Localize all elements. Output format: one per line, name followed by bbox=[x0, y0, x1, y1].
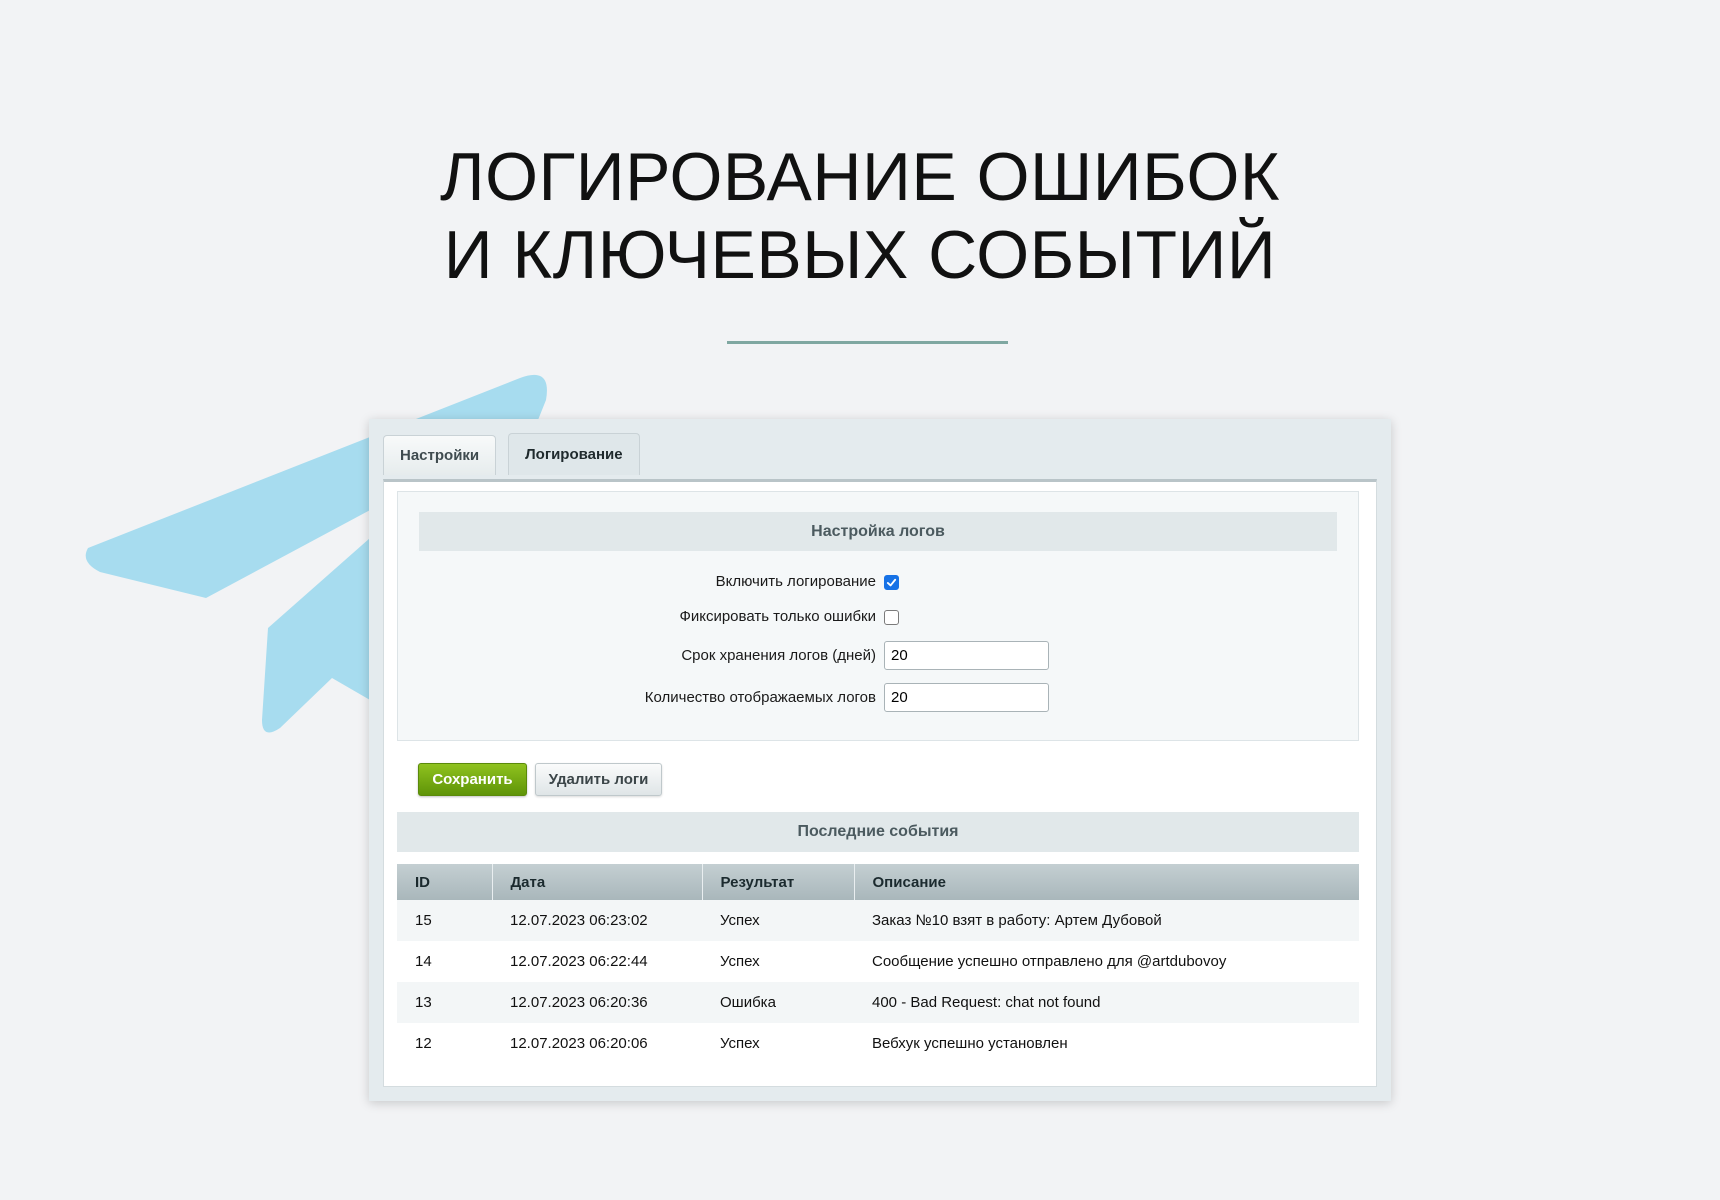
errors-only-checkbox[interactable] bbox=[884, 610, 899, 625]
headline-line-2: И КЛЮЧЕВЫХ СОБЫТИЙ bbox=[443, 217, 1277, 293]
cell-description: 400 - Bad Request: chat not found bbox=[854, 982, 1359, 1023]
log-settings-title: Настройка логов bbox=[419, 512, 1337, 551]
logging-settings-window: Настройки Логирование Настройка логов Вк… bbox=[369, 419, 1391, 1101]
column-header-result[interactable]: Результат bbox=[702, 864, 855, 900]
display-count-label: Количество отображаемых логов bbox=[644, 689, 876, 706]
cell-result: Успех bbox=[702, 941, 854, 982]
display-count-input[interactable]: 20 bbox=[884, 683, 1049, 712]
cell-date: 12.07.2023 06:20:36 bbox=[492, 982, 702, 1023]
delete-logs-button[interactable]: Удалить логи bbox=[535, 763, 662, 796]
checkmark-icon bbox=[886, 578, 897, 587]
recent-events-title: Последние события bbox=[397, 812, 1359, 852]
page-headline: ЛОГИРОВАНИЕ ОШИБОК И КЛЮЧЕВЫХ СОБЫТИЙ bbox=[0, 138, 1720, 294]
retention-days-row: Срок хранения логов (дней) 20 bbox=[398, 641, 1360, 671]
events-table-header: ID Дата Результат Описание bbox=[397, 864, 1359, 900]
cell-description: Заказ №10 взят в работу: Артем Дубовой bbox=[854, 900, 1359, 941]
tab-panel-logging: Настройка логов Включить логирование Фик… bbox=[383, 479, 1377, 1087]
cell-description: Сообщение успешно отправлено для @artdub… bbox=[854, 941, 1359, 982]
table-row: 13 12.07.2023 06:20:36 Ошибка 400 - Bad … bbox=[397, 982, 1359, 1023]
column-header-id[interactable]: ID bbox=[397, 864, 493, 900]
log-settings-box: Настройка логов Включить логирование Фик… bbox=[397, 491, 1359, 741]
cell-id: 13 bbox=[397, 982, 492, 1023]
cell-id: 14 bbox=[397, 941, 492, 982]
save-button[interactable]: Сохранить bbox=[418, 763, 527, 796]
retention-days-label: Срок хранения логов (дней) bbox=[681, 647, 876, 664]
table-row: 12 12.07.2023 06:20:06 Успех Вебхук успе… bbox=[397, 1023, 1359, 1064]
cell-id: 15 bbox=[397, 900, 492, 941]
retention-days-input[interactable]: 20 bbox=[884, 641, 1049, 670]
column-header-date[interactable]: Дата bbox=[492, 864, 703, 900]
cell-result: Ошибка bbox=[702, 982, 854, 1023]
cell-date: 12.07.2023 06:20:06 bbox=[492, 1023, 702, 1064]
enable-logging-label: Включить логирование bbox=[715, 573, 876, 590]
tab-bar: Настройки Логирование bbox=[383, 433, 652, 475]
enable-logging-row: Включить логирование bbox=[398, 567, 1360, 597]
cell-description: Вебхук успешно установлен bbox=[854, 1023, 1359, 1064]
errors-only-row: Фиксировать только ошибки bbox=[398, 602, 1360, 632]
table-row: 14 12.07.2023 06:22:44 Успех Сообщение у… bbox=[397, 941, 1359, 982]
table-row: 15 12.07.2023 06:23:02 Успех Заказ №10 в… bbox=[397, 900, 1359, 941]
column-header-description[interactable]: Описание bbox=[854, 864, 1359, 900]
cell-date: 12.07.2023 06:22:44 bbox=[492, 941, 702, 982]
cell-result: Успех bbox=[702, 1023, 854, 1064]
headline-line-1: ЛОГИРОВАНИЕ ОШИБОК bbox=[439, 139, 1281, 215]
tab-settings[interactable]: Настройки bbox=[383, 435, 497, 475]
cell-date: 12.07.2023 06:23:02 bbox=[492, 900, 702, 941]
errors-only-label: Фиксировать только ошибки bbox=[679, 608, 876, 625]
cell-id: 12 bbox=[397, 1023, 492, 1064]
tab-logging[interactable]: Логирование bbox=[508, 433, 640, 475]
enable-logging-checkbox[interactable] bbox=[884, 575, 899, 590]
cell-result: Успех bbox=[702, 900, 854, 941]
events-table: ID Дата Результат Описание 15 12.07.2023… bbox=[397, 864, 1359, 1064]
headline-divider bbox=[727, 341, 1008, 344]
display-count-row: Количество отображаемых логов 20 bbox=[398, 683, 1360, 713]
